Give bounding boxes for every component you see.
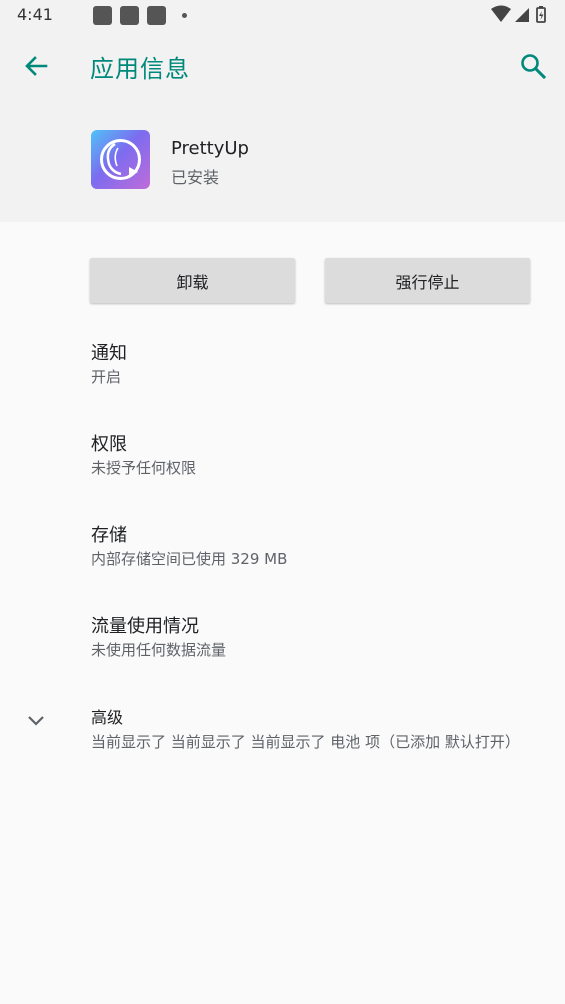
list-item-storage[interactable]: 存储 内部存储空间已使用 329 MB xyxy=(0,521,565,601)
item-title: 存储 xyxy=(91,525,127,546)
item-subtitle: 开启 xyxy=(91,368,122,386)
notification-icon xyxy=(120,6,139,25)
list-item-permissions[interactable]: 权限 未授予任何权限 xyxy=(0,430,565,510)
uninstall-button[interactable]: 卸载 xyxy=(90,258,295,303)
notification-icon xyxy=(147,6,166,25)
more-notifications-icon xyxy=(182,13,187,18)
item-title: 权限 xyxy=(91,434,127,455)
item-subtitle: 未使用任何数据流量 xyxy=(91,641,227,659)
search-icon[interactable] xyxy=(517,50,549,82)
app-install-status: 已安装 xyxy=(171,168,220,187)
arrow-left-icon[interactable] xyxy=(20,50,52,82)
list-item-notifications[interactable]: 通知 开启 xyxy=(0,339,565,419)
item-subtitle: 内部存储空间已使用 329 MB xyxy=(91,550,288,568)
item-title: 流量使用情况 xyxy=(91,616,199,637)
app-header: 应用信息 PrettyUp 已安装 xyxy=(0,30,565,222)
notification-icon xyxy=(93,6,112,25)
status-icons xyxy=(491,5,546,23)
status-time: 4:41 xyxy=(17,5,53,24)
list-item-advanced[interactable]: 高级 当前显示了 当前显示了 当前显示了 电池 项（已添加 默认打开） xyxy=(0,704,565,784)
item-subtitle: 未授予任何权限 xyxy=(91,459,197,477)
wifi-icon xyxy=(491,5,511,22)
item-title: 高级 xyxy=(91,708,124,727)
app-info-screen: 4:41 应用信息 PrettyUp 已安装 卸载 强行停止 通知 开启 权限 … xyxy=(0,0,565,1004)
item-subtitle: 当前显示了 当前显示了 当前显示了 电池 项（已添加 默认打开） xyxy=(91,733,520,751)
item-title: 通知 xyxy=(91,343,127,364)
page-title: 应用信息 xyxy=(90,55,190,83)
prettyup-app-icon xyxy=(91,130,150,189)
app-name: PrettyUp xyxy=(171,138,249,159)
status-bar: 4:41 xyxy=(0,0,565,30)
face-logo-icon xyxy=(100,139,141,180)
signal-icon xyxy=(515,8,529,22)
force-stop-button[interactable]: 强行停止 xyxy=(325,258,530,303)
battery-icon xyxy=(536,6,546,23)
list-item-data-usage[interactable]: 流量使用情况 未使用任何数据流量 xyxy=(0,612,565,692)
chevron-down-icon xyxy=(28,716,44,726)
